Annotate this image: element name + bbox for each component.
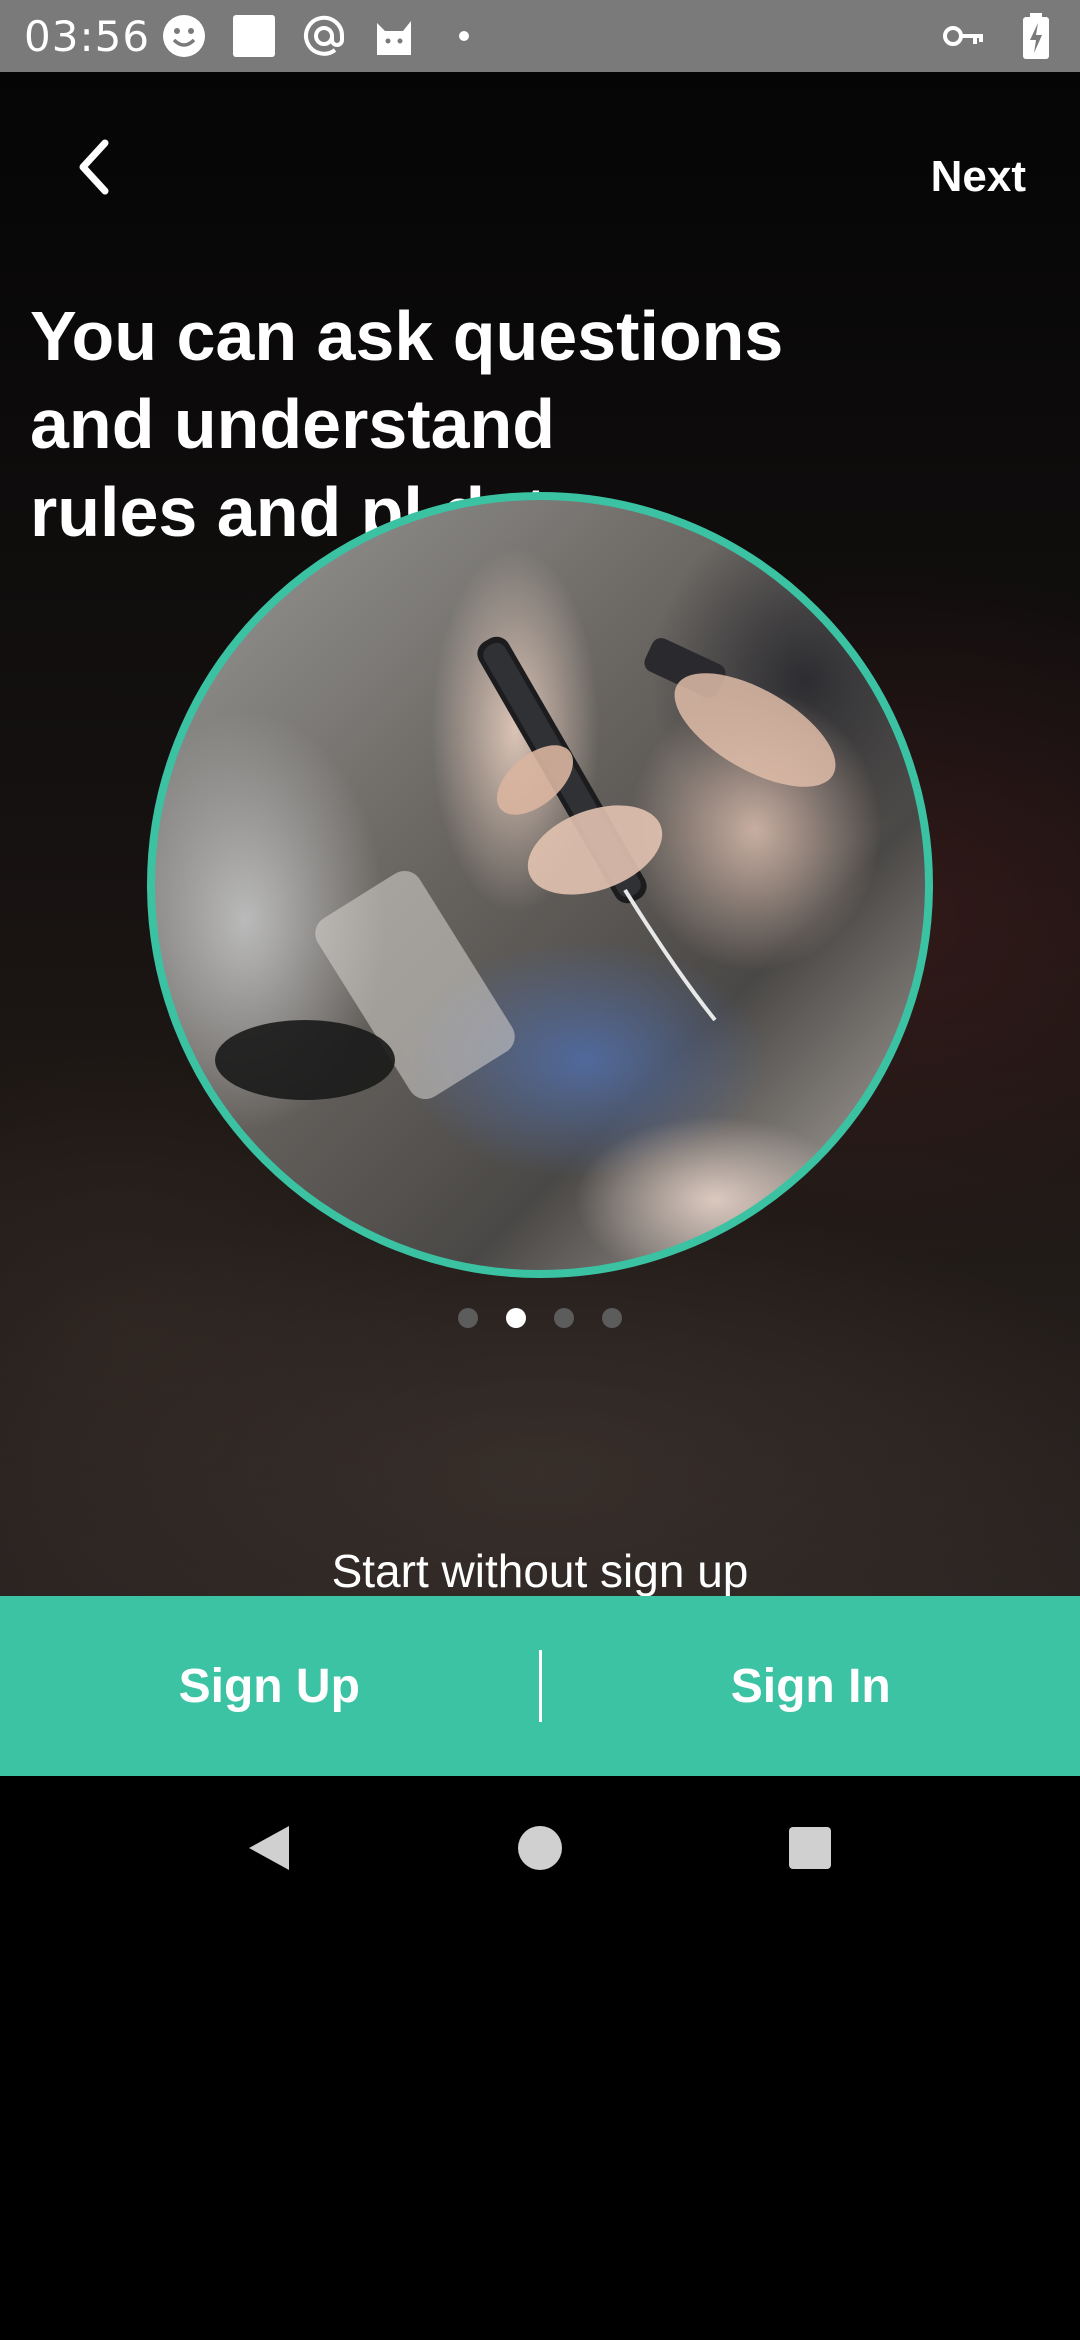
cat-icon: [370, 12, 418, 60]
status-time: 03:56: [24, 12, 151, 61]
smiley-icon: [160, 12, 208, 60]
headline-line-1: You can ask questions: [30, 297, 784, 375]
headline-line-2: and understand: [30, 385, 556, 463]
onboarding-photo: [147, 492, 933, 1278]
carousel-dot-1[interactable]: [458, 1308, 478, 1328]
triangle-back-icon: [249, 1826, 289, 1870]
system-nav-bar: [0, 1776, 1080, 1920]
carousel-indicator: [0, 1308, 1080, 1328]
auth-action-bar: Sign Up Sign In: [0, 1596, 1080, 1776]
battery-charging-icon: [1012, 12, 1060, 60]
key-icon: [940, 12, 988, 60]
chevron-left-icon: [79, 139, 109, 195]
nav-home-button[interactable]: [504, 1812, 576, 1884]
carousel-dot-3[interactable]: [554, 1308, 574, 1328]
square-icon: [230, 12, 278, 60]
phones-illustration: [215, 636, 836, 1100]
nav-recents-button[interactable]: [774, 1812, 846, 1884]
dot-icon: [440, 12, 488, 60]
status-icons-left: [160, 10, 488, 62]
sign-in-button[interactable]: Sign In: [542, 1596, 1080, 1776]
status-icons-right: [940, 10, 1060, 62]
square-recents-icon: [789, 1827, 831, 1869]
nav-back-button[interactable]: [232, 1812, 304, 1884]
carousel-dot-4[interactable]: [602, 1308, 622, 1328]
sign-up-button[interactable]: Sign Up: [0, 1596, 539, 1776]
status-bar: 03:56: [0, 0, 1080, 72]
next-button[interactable]: Next: [931, 152, 1026, 202]
onboarding-hero: Next You can ask questions and understan…: [0, 72, 1080, 1596]
at-icon: [300, 12, 348, 60]
back-button[interactable]: [58, 132, 128, 202]
carousel-dot-2[interactable]: [506, 1308, 526, 1328]
circle-home-icon: [518, 1826, 562, 1870]
start-without-signup-link[interactable]: Start without sign up: [0, 1544, 1080, 1596]
